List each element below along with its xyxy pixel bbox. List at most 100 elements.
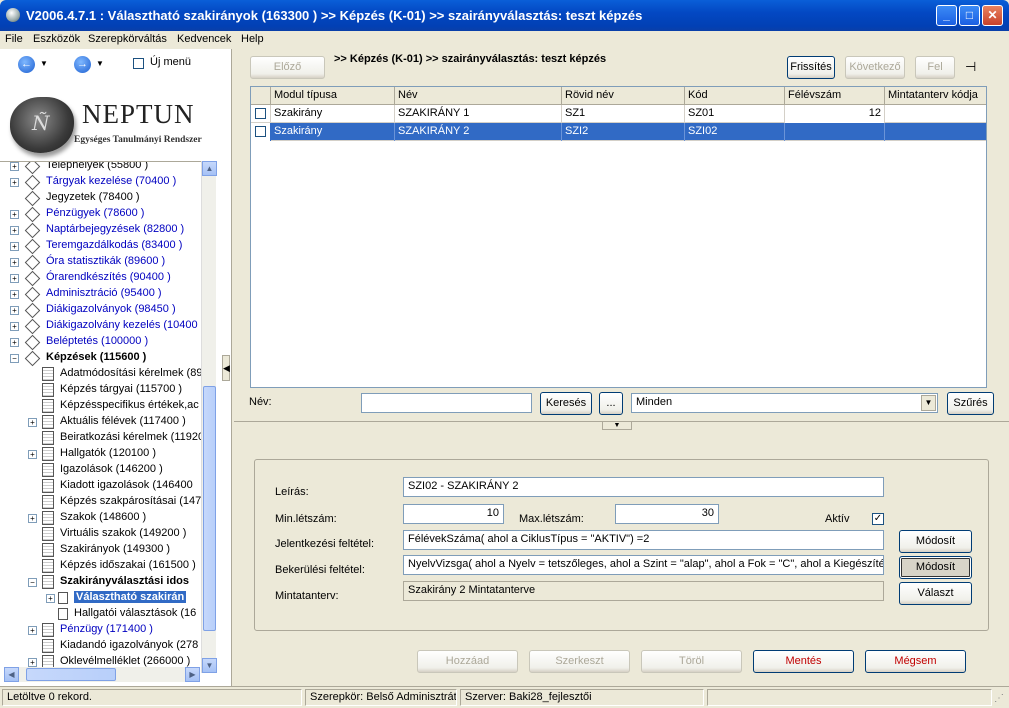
forward-arrow-icon[interactable]: → [74, 56, 91, 73]
back-arrow-icon[interactable]: ← [18, 56, 35, 73]
tree-item[interactable]: Beiratkozási kérelmek (11920 [0, 430, 216, 446]
tree-item[interactable]: Kiadandó igazolványok (278 [0, 638, 216, 654]
menu-file[interactable]: File [5, 33, 23, 45]
cancel-button[interactable]: Mégsem [865, 650, 966, 673]
close-button[interactable]: ✕ [982, 5, 1003, 26]
tree-item[interactable]: + Teremgazdálkodás (83400 ) [0, 238, 216, 255]
expand-icon[interactable]: + [28, 626, 37, 635]
tree-item[interactable]: + Óra statisztikák (89600 ) [0, 254, 216, 271]
expand-icon[interactable]: + [10, 178, 19, 187]
column-header-code[interactable]: Kód [685, 87, 785, 105]
application-condition-field[interactable]: FélévekSzáma( ahol a CiklusTípus = "AKTI… [403, 530, 884, 550]
scroll-left-button[interactable]: ◀ [4, 667, 19, 682]
tree-item[interactable]: + Szakok (148600 ) [0, 510, 216, 526]
tree-item[interactable]: + Aktuális félévek (117400 ) [0, 414, 216, 430]
tree-item[interactable]: Jegyzetek (78400 ) [0, 190, 216, 207]
tree-item[interactable]: + Pénzügyek (78600 ) [0, 206, 216, 223]
tree-item[interactable]: Képzés tárgyai (115700 ) [0, 382, 216, 398]
row-select-cell[interactable] [251, 105, 271, 123]
expand-icon[interactable]: + [28, 514, 37, 523]
column-header-plan-code[interactable]: Mintatanterv kódja [885, 87, 986, 105]
max-headcount-field[interactable]: 30 [615, 504, 719, 524]
scroll-down-button[interactable]: ▼ [202, 658, 217, 673]
table-row[interactable]: Szakirány SZAKIRÁNY 1 SZ1 SZ01 12 [251, 105, 986, 123]
expand-icon[interactable]: + [10, 290, 19, 299]
edit-button[interactable]: Szerkeszt [529, 650, 630, 673]
expand-icon[interactable]: + [28, 658, 37, 667]
tree-item[interactable]: Képzés időszakai (161500 ) [0, 558, 216, 574]
tree-horizontal-scrollbar[interactable]: ◀ ▶ [4, 667, 200, 682]
scroll-up-button[interactable]: ▲ [202, 161, 217, 176]
expand-icon[interactable]: + [10, 242, 19, 251]
add-button[interactable]: Hozzáad [417, 650, 518, 673]
modify-application-condition-button[interactable]: Módosít [899, 530, 972, 553]
forward-dropdown-icon[interactable]: ▼ [96, 59, 104, 68]
row-checkbox[interactable] [255, 126, 266, 137]
scope-select[interactable]: Minden ▼ [631, 393, 938, 413]
tree-item[interactable]: − Szakirányválasztási idos [0, 574, 216, 590]
tree-item[interactable]: Hallgatói választások (16 [0, 606, 216, 622]
hscroll-thumb[interactable] [26, 668, 116, 681]
active-checkbox[interactable]: ✓ [872, 513, 884, 525]
tree-item[interactable]: + Választható szakirán [0, 590, 216, 606]
menu-role-switch[interactable]: Szerepkörváltás [88, 33, 167, 45]
expand-icon[interactable]: + [46, 594, 55, 603]
save-button[interactable]: Mentés [753, 650, 854, 673]
tree-item[interactable]: + Naptárbejegyzések (82800 ) [0, 222, 216, 239]
chevron-down-icon[interactable]: ▼ [921, 395, 936, 411]
tree-item[interactable]: + Diákigazolványok (98450 ) [0, 302, 216, 319]
tree-item[interactable]: Adatmódosítási kérelmek (89 [0, 366, 216, 382]
expand-icon[interactable]: + [28, 450, 37, 459]
filter-button[interactable]: Szűrés [947, 392, 994, 415]
previous-button[interactable]: Előző [250, 56, 325, 79]
collapse-icon[interactable]: − [28, 578, 37, 587]
choose-curriculum-button[interactable]: Választ [899, 582, 972, 605]
expand-icon[interactable]: + [10, 338, 19, 347]
expand-icon[interactable]: + [10, 226, 19, 235]
next-button[interactable]: Következő [845, 56, 905, 79]
expand-panel-icon[interactable]: ▼ [602, 421, 632, 430]
row-select-cell[interactable] [251, 123, 271, 141]
tree-item[interactable]: + Tárgyak kezelése (70400 ) [0, 174, 216, 191]
back-dropdown-icon[interactable]: ▼ [40, 59, 48, 68]
refresh-button[interactable]: Frissítés [787, 56, 835, 79]
modify-entry-condition-button[interactable]: Módosít [899, 556, 972, 579]
resize-grip-icon[interactable]: ⋰ [994, 693, 1004, 704]
expand-icon[interactable]: + [10, 322, 19, 331]
tree-item[interactable]: + Pénzügy (171400 ) [0, 622, 216, 638]
expand-icon[interactable]: + [10, 274, 19, 283]
menu-favorites[interactable]: Kedvencek [177, 33, 231, 45]
menu-help[interactable]: Help [241, 33, 264, 45]
tree-item[interactable]: Képzés szakpárosításai (147 [0, 494, 216, 510]
tree-item[interactable]: Szakirányok (149300 ) [0, 542, 216, 558]
tree-item[interactable]: + Adminisztráció (95400 ) [0, 286, 216, 303]
tree-item[interactable]: − Képzések (115600 ) [0, 350, 216, 367]
panel-collapse-handle[interactable]: ◀ [222, 355, 230, 381]
expand-icon[interactable]: + [28, 418, 37, 427]
scroll-thumb[interactable] [203, 386, 216, 631]
expand-icon[interactable]: + [10, 162, 19, 171]
entry-condition-field[interactable]: NyelvVizsga( ahol a Nyelv = tetszőleges,… [403, 555, 884, 575]
ellipsis-button[interactable]: ... [599, 392, 623, 415]
tree-item[interactable]: Képzésspecifikus értékek,ac [0, 398, 216, 414]
tree-item[interactable]: + Telephelyek (55800 ) [0, 162, 216, 175]
expand-icon[interactable]: + [10, 306, 19, 315]
maximize-button[interactable]: □ [959, 5, 980, 26]
column-header-module-type[interactable]: Modul típusa [271, 87, 395, 105]
search-button[interactable]: Keresés [540, 392, 592, 415]
column-header-name[interactable]: Név [395, 87, 562, 105]
tree-item[interactable]: + Diákigazolvány kezelés (10400 [0, 318, 216, 335]
tree-vertical-scrollbar[interactable]: ▲ ▼ [201, 161, 217, 673]
column-header-semester[interactable]: Félévszám [785, 87, 885, 105]
column-header-short-name[interactable]: Rövid név [562, 87, 685, 105]
minimize-button[interactable]: _ [936, 5, 957, 26]
new-menu-checkbox[interactable] [133, 58, 144, 69]
description-field[interactable]: SZI02 - SZAKIRÁNY 2 [403, 477, 884, 497]
tree-item[interactable]: + Hallgatók (120100 ) [0, 446, 216, 462]
tree-item[interactable]: Virtuális szakok (149200 ) [0, 526, 216, 542]
delete-button[interactable]: Töröl [641, 650, 742, 673]
tree-item[interactable]: + Beléptetés (100000 ) [0, 334, 216, 351]
tree-item[interactable]: Kiadott igazolások (146400 [0, 478, 216, 494]
table-row-selected[interactable]: Szakirány SZAKIRÁNY 2 SZI2 SZI02 [251, 123, 986, 141]
expand-icon[interactable]: + [10, 258, 19, 267]
